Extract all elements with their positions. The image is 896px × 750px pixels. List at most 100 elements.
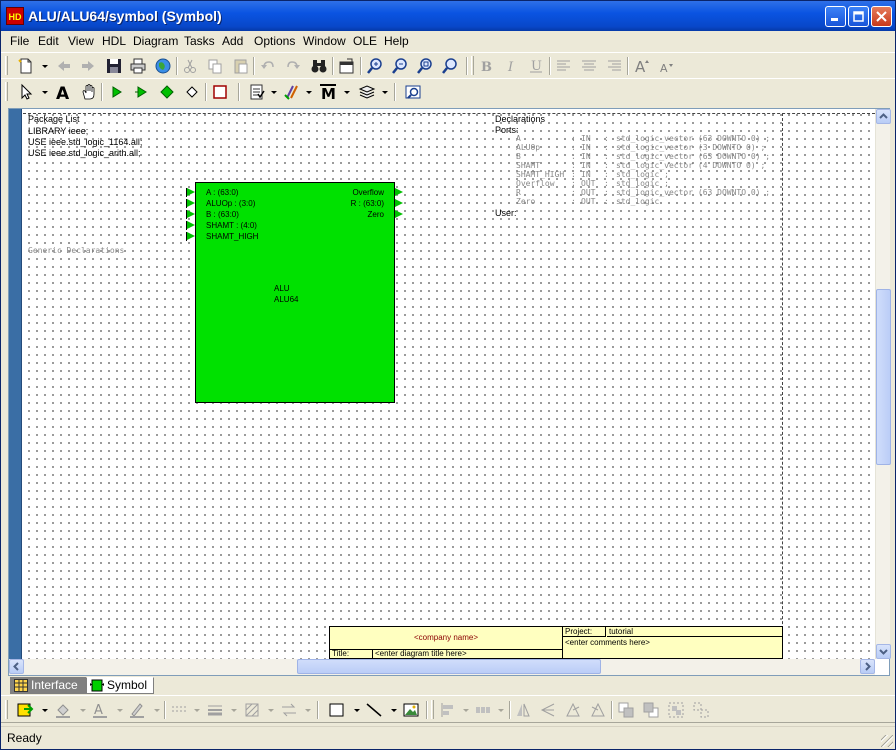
resize-grip[interactable]	[881, 735, 893, 747]
cut-button[interactable]	[181, 57, 199, 75]
user-label[interactable]: User:	[495, 208, 517, 218]
font-color-dropdown[interactable]	[117, 709, 123, 712]
print-button[interactable]	[129, 57, 147, 75]
zoom-out-button[interactable]	[391, 57, 409, 75]
toolbar-grip[interactable]	[431, 700, 434, 719]
out-port-label[interactable]: Zero	[368, 210, 384, 219]
line-color-button[interactable]	[128, 701, 146, 719]
out-port-label[interactable]: Overflow	[352, 188, 384, 197]
company-name-cell[interactable]: <company name>	[330, 627, 563, 650]
in-port-triangle[interactable]	[187, 199, 195, 207]
group-button[interactable]	[667, 701, 685, 719]
menu-help[interactable]: Help	[384, 34, 409, 48]
align-left-button[interactable]	[555, 57, 573, 75]
zoom-window-button[interactable]	[441, 57, 459, 75]
fill-color-dropdown[interactable]	[80, 709, 86, 712]
align-objects-dropdown[interactable]	[463, 709, 469, 712]
comments-cell[interactable]: <enter comments here>	[563, 637, 782, 649]
in-port-label[interactable]: B : (63:0)	[206, 210, 239, 219]
package-line[interactable]: LIBRARY ieee;	[28, 126, 88, 136]
copy-button[interactable]	[206, 57, 224, 75]
pattern-dropdown[interactable]	[268, 709, 274, 712]
add-out-port-button[interactable]	[133, 83, 151, 101]
pan-tool-button[interactable]	[80, 83, 98, 101]
horizontal-scroll-thumb[interactable]	[297, 659, 601, 674]
in-port-triangle[interactable]	[187, 232, 195, 240]
line-color-dropdown[interactable]	[154, 709, 160, 712]
new-dropdown-arrow[interactable]	[42, 65, 48, 68]
browse-button[interactable]	[404, 83, 422, 101]
align-right-button[interactable]	[605, 57, 623, 75]
out-port-label[interactable]: R : (63:0)	[351, 199, 384, 208]
distribute-button[interactable]	[474, 701, 492, 719]
symbol-canvas[interactable]: Package List LIBRARY ieee; USE ieee.std_…	[23, 109, 875, 659]
add-in-port-button[interactable]	[108, 83, 126, 101]
out-port-triangle[interactable]	[395, 199, 403, 207]
check-button[interactable]	[248, 83, 266, 101]
generate-dropdown-arrow[interactable]	[306, 91, 312, 94]
synthesize-dropdown-arrow[interactable]	[382, 91, 388, 94]
rotate-right-button[interactable]	[589, 701, 607, 719]
back-button[interactable]	[55, 57, 73, 75]
in-port-triangle[interactable]	[187, 188, 195, 196]
toolbar-grip[interactable]	[5, 82, 8, 101]
app-icon[interactable]: HD	[6, 7, 24, 25]
bring-to-front-button[interactable]	[617, 701, 635, 719]
scroll-up-button[interactable]	[876, 109, 891, 124]
web-button[interactable]	[154, 57, 172, 75]
increase-font-button[interactable]: A	[633, 57, 651, 75]
align-center-button[interactable]	[580, 57, 598, 75]
draw-shape-dropdown[interactable]	[354, 709, 360, 712]
title-block[interactable]: <company name> Project: tutorial <enter …	[329, 626, 783, 659]
toolbar-grip[interactable]	[471, 56, 474, 75]
minimize-button[interactable]	[825, 6, 846, 27]
synthesize-button[interactable]	[358, 83, 376, 101]
underline-button[interactable]: U	[527, 57, 545, 75]
align-objects-button[interactable]	[439, 701, 457, 719]
menu-add[interactable]: Add	[222, 34, 243, 48]
text-tool-button[interactable]: A	[54, 83, 72, 101]
package-list-heading[interactable]: Package List	[28, 114, 80, 124]
toolbar-grip[interactable]	[5, 56, 8, 75]
decrease-font-button[interactable]: A	[657, 57, 675, 75]
zoom-fit-button[interactable]	[416, 57, 434, 75]
maximize-button[interactable]	[848, 6, 869, 27]
in-port-label[interactable]: SHAMT_HIGH	[206, 232, 258, 241]
menu-tasks[interactable]: Tasks	[184, 34, 215, 48]
line-width-button[interactable]	[206, 701, 224, 719]
redo-button[interactable]	[284, 57, 302, 75]
distribute-dropdown[interactable]	[498, 709, 504, 712]
title-value[interactable]: <enter diagram title here>	[373, 650, 563, 659]
line-width-dropdown[interactable]	[231, 709, 237, 712]
line-style-dropdown[interactable]	[194, 709, 200, 712]
forward-button[interactable]	[79, 57, 97, 75]
arrow-style-button[interactable]	[280, 701, 298, 719]
insert-image-button[interactable]	[402, 701, 420, 719]
check-dropdown-arrow[interactable]	[271, 91, 277, 94]
menu-hdl[interactable]: HDL	[102, 34, 126, 48]
select-tool-button[interactable]	[17, 83, 35, 101]
font-color-button[interactable]: A	[91, 701, 109, 719]
out-port-triangle[interactable]	[395, 210, 403, 218]
fill-style-button[interactable]	[16, 701, 34, 719]
save-button[interactable]	[105, 57, 123, 75]
model-button[interactable]: M	[319, 83, 337, 101]
scroll-right-button[interactable]	[860, 659, 875, 674]
menu-view[interactable]: View	[68, 34, 94, 48]
rotate-left-button[interactable]	[564, 701, 582, 719]
arrow-style-dropdown[interactable]	[305, 709, 311, 712]
title-bar[interactable]: HD ALU/ALU64/symbol (Symbol)	[1, 1, 895, 31]
vertical-scroll-thumb[interactable]	[876, 289, 891, 465]
paste-button[interactable]	[232, 57, 250, 75]
flip-vertical-button[interactable]	[539, 701, 557, 719]
pattern-button[interactable]	[243, 701, 261, 719]
toolbar-grip[interactable]	[5, 700, 8, 719]
italic-button[interactable]: I	[502, 57, 520, 75]
project-value[interactable]: tutorial	[607, 627, 782, 637]
ungroup-button[interactable]	[692, 701, 710, 719]
package-line[interactable]: USE ieee.std_logic_arith.all;	[28, 148, 141, 158]
menu-file[interactable]: File	[10, 34, 29, 48]
declarations-heading[interactable]: Declarations	[495, 114, 545, 124]
add-box-button[interactable]	[211, 83, 229, 101]
fill-style-dropdown[interactable]	[42, 709, 48, 712]
